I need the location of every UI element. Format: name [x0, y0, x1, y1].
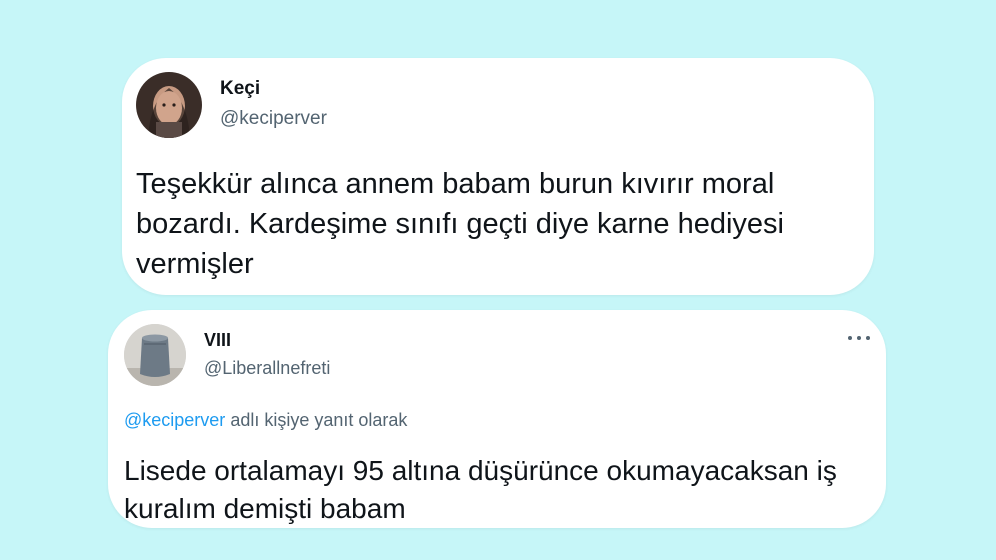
reply-label: adlı kişiye yanıt olarak — [225, 410, 408, 430]
author-name[interactable]: VIII — [204, 330, 231, 351]
tweet-card-2[interactable]: VIII @Liberallnefreti @keciperver adlı k… — [108, 310, 886, 528]
avatar-image — [124, 324, 186, 386]
author-handle[interactable]: @Liberallnefreti — [204, 358, 330, 379]
reply-context: @keciperver adlı kişiye yanıt olarak — [124, 410, 407, 431]
tweet-text: Teşekkür alınca annem babam burun kıvırı… — [136, 168, 784, 280]
avatar-image — [136, 72, 202, 138]
author-handle[interactable]: @keciperver — [220, 108, 327, 130]
tweet-text: Lisede ortalamayı 95 altına düşürünce ok… — [124, 455, 837, 524]
tweet-card-1[interactable]: Keçi @keciperver Teşekkür alınca annem b… — [122, 58, 874, 295]
reply-mention[interactable]: @keciperver — [124, 410, 225, 430]
more-options-icon[interactable] — [848, 334, 870, 342]
avatar[interactable] — [124, 324, 186, 386]
avatar[interactable] — [136, 72, 202, 138]
author-name[interactable]: Keçi — [220, 78, 260, 100]
